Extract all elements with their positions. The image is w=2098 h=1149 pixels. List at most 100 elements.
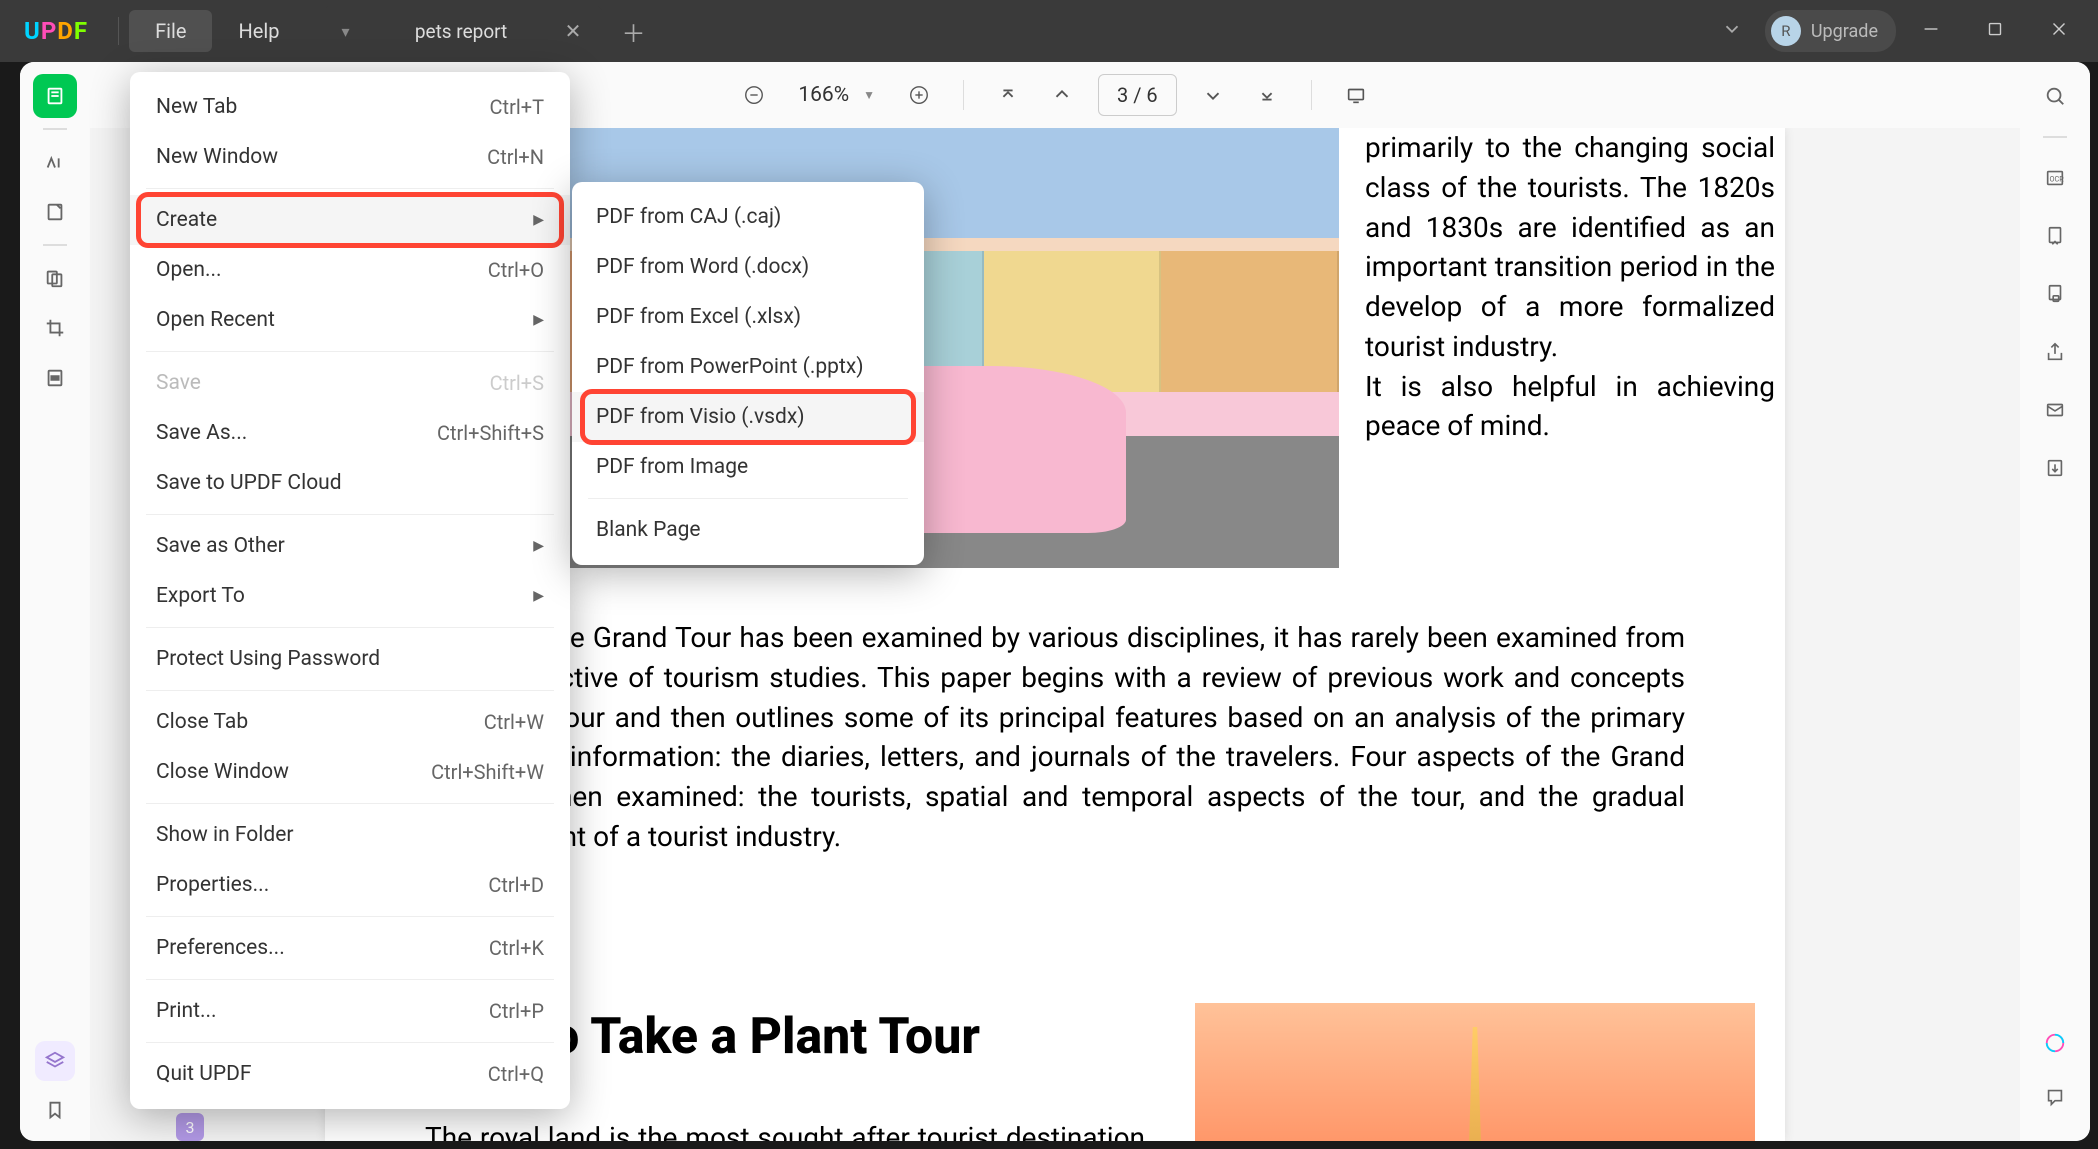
menu-item-shortcut: Ctrl+O bbox=[488, 258, 544, 282]
bookmark-icon[interactable] bbox=[44, 1099, 66, 1125]
left-sidebar bbox=[20, 62, 90, 1141]
tabs-overflow-icon[interactable] bbox=[1705, 8, 1759, 54]
file-menu-item[interactable]: Protect Using Password bbox=[130, 634, 570, 684]
menu-item-shortcut: Ctrl+D bbox=[488, 873, 544, 897]
menu-item-label: Properties... bbox=[156, 873, 269, 897]
chat-button[interactable] bbox=[2033, 1075, 2077, 1119]
file-menu-item[interactable]: Properties... Ctrl+D bbox=[130, 860, 570, 910]
upgrade-label: Upgrade bbox=[1811, 21, 1878, 42]
file-menu-item[interactable]: Save as Other▶ bbox=[130, 521, 570, 571]
create-submenu-item[interactable]: PDF from Image bbox=[572, 442, 924, 492]
zoom-out-button[interactable] bbox=[736, 77, 772, 113]
email-button[interactable] bbox=[2033, 388, 2077, 432]
chevron-down-icon: ▼ bbox=[863, 88, 875, 102]
presentation-button[interactable] bbox=[1338, 77, 1374, 113]
first-page-button[interactable] bbox=[990, 77, 1026, 113]
next-page-button[interactable] bbox=[1195, 77, 1231, 113]
file-menu-item[interactable]: New WindowCtrl+N bbox=[130, 132, 570, 182]
tab-dropdown-icon[interactable]: ▾ bbox=[341, 21, 361, 41]
file-menu-item[interactable]: Close WindowCtrl+Shift+W bbox=[130, 747, 570, 797]
menu-help[interactable]: Help bbox=[212, 10, 305, 52]
body-paragraph-2: The royal land is the most sought after … bbox=[425, 1118, 1145, 1141]
compress-button[interactable] bbox=[2033, 214, 2077, 258]
ai-button[interactable] bbox=[2037, 1025, 2073, 1061]
create-submenu-item[interactable]: PDF from PowerPoint (.pptx) bbox=[572, 342, 924, 392]
tab-title: pets report bbox=[361, 20, 560, 43]
menu-divider bbox=[146, 803, 554, 804]
file-menu-item[interactable]: Preferences... Ctrl+K bbox=[130, 923, 570, 973]
menu-divider bbox=[146, 351, 554, 352]
file-menu-item[interactable]: Save to UPDF Cloud bbox=[130, 458, 570, 508]
file-menu-item[interactable]: Open...Ctrl+O bbox=[130, 245, 570, 295]
menu-file[interactable]: File bbox=[129, 10, 212, 52]
menu-item-label: Open Recent bbox=[156, 308, 275, 332]
add-tab-button[interactable]: ＋ bbox=[621, 14, 645, 49]
menu-item-label: Protect Using Password bbox=[156, 647, 380, 671]
menu-item-shortcut: Ctrl+Shift+W bbox=[431, 760, 544, 784]
create-submenu-item[interactable]: PDF from Word (.docx) bbox=[572, 242, 924, 292]
submenu-arrow-icon: ▶ bbox=[533, 212, 544, 228]
menu-divider bbox=[146, 690, 554, 691]
file-menu-item[interactable]: Print...Ctrl+P bbox=[130, 986, 570, 1036]
menu-item-label: Save bbox=[156, 371, 201, 395]
protect-button[interactable] bbox=[2033, 272, 2077, 316]
user-avatar: R bbox=[1771, 16, 1801, 46]
save-cloud-button[interactable] bbox=[2033, 446, 2077, 490]
ocr-button[interactable]: OCR bbox=[2033, 156, 2077, 200]
tab-close-icon[interactable]: ✕ bbox=[561, 15, 586, 47]
zoom-in-button[interactable] bbox=[901, 77, 937, 113]
edit-tool[interactable] bbox=[33, 190, 77, 234]
file-menu-item[interactable]: Export To▶ bbox=[130, 571, 570, 621]
organize-tool[interactable] bbox=[33, 256, 77, 300]
menu-divider bbox=[146, 1042, 554, 1043]
menu-item-shortcut: Ctrl+Q bbox=[488, 1062, 544, 1086]
zoom-select[interactable]: 166% ▼ bbox=[790, 83, 883, 107]
file-menu-item: SaveCtrl+S bbox=[130, 358, 570, 408]
svg-text:OCR: OCR bbox=[2050, 175, 2065, 184]
divider bbox=[1311, 80, 1312, 110]
layers-button[interactable] bbox=[35, 1041, 75, 1081]
window-minimize-button[interactable] bbox=[1902, 6, 1960, 57]
menu-item-shortcut: Ctrl+W bbox=[484, 710, 544, 734]
search-button[interactable] bbox=[2033, 74, 2077, 118]
create-submenu: PDF from CAJ (.caj)PDF from Word (.docx)… bbox=[572, 182, 924, 565]
menu-item-label: New Tab bbox=[156, 95, 237, 119]
window-maximize-button[interactable] bbox=[1966, 6, 2024, 57]
comment-tool[interactable] bbox=[33, 140, 77, 184]
file-menu-item[interactable]: Save As...Ctrl+Shift+S bbox=[130, 408, 570, 458]
file-menu-item[interactable]: Quit UPDF Ctrl+Q bbox=[130, 1049, 570, 1099]
upgrade-button[interactable]: R Upgrade bbox=[1765, 10, 1896, 52]
menu-divider bbox=[146, 916, 554, 917]
right-sidebar: OCR bbox=[2020, 62, 2090, 1141]
file-menu-item[interactable]: Close TabCtrl+W bbox=[130, 697, 570, 747]
file-menu-item[interactable]: Create▶ bbox=[130, 195, 570, 245]
menu-item-shortcut: Ctrl+P bbox=[489, 999, 544, 1023]
body-paragraph: Although the Grand Tour has been examine… bbox=[425, 618, 1685, 857]
last-page-button[interactable] bbox=[1249, 77, 1285, 113]
divider bbox=[118, 17, 119, 45]
page-indicator[interactable]: 3 / 6 bbox=[1098, 74, 1177, 116]
divider bbox=[2043, 136, 2067, 138]
create-submenu-item[interactable]: PDF from Visio (.vsdx) bbox=[572, 392, 924, 442]
document-tab[interactable]: ▾ pets report ✕ bbox=[323, 5, 603, 57]
menu-divider bbox=[588, 498, 908, 499]
create-submenu-item[interactable]: Blank Page bbox=[572, 505, 924, 555]
menu-item-label: Show in Folder bbox=[156, 823, 293, 847]
divider bbox=[963, 80, 964, 110]
submenu-arrow-icon: ▶ bbox=[533, 588, 544, 604]
share-button[interactable] bbox=[2033, 330, 2077, 374]
menu-item-label: Quit UPDF bbox=[156, 1062, 251, 1086]
crop-tool[interactable] bbox=[33, 306, 77, 350]
create-submenu-item[interactable]: PDF from CAJ (.caj) bbox=[572, 192, 924, 242]
file-menu-item[interactable]: Open Recent▶ bbox=[130, 295, 570, 345]
menu-item-shortcut: Ctrl+K bbox=[489, 936, 544, 960]
menu-item-label: New Window bbox=[156, 145, 278, 169]
create-submenu-item[interactable]: PDF from Excel (.xlsx) bbox=[572, 292, 924, 342]
window-close-button[interactable] bbox=[2030, 6, 2088, 57]
menu-item-label: Preferences... bbox=[156, 936, 285, 960]
file-menu-item[interactable]: Show in Folder bbox=[130, 810, 570, 860]
redact-tool[interactable] bbox=[33, 356, 77, 400]
file-menu-item[interactable]: New TabCtrl+T bbox=[130, 82, 570, 132]
prev-page-button[interactable] bbox=[1044, 77, 1080, 113]
reader-tool[interactable] bbox=[33, 74, 77, 118]
